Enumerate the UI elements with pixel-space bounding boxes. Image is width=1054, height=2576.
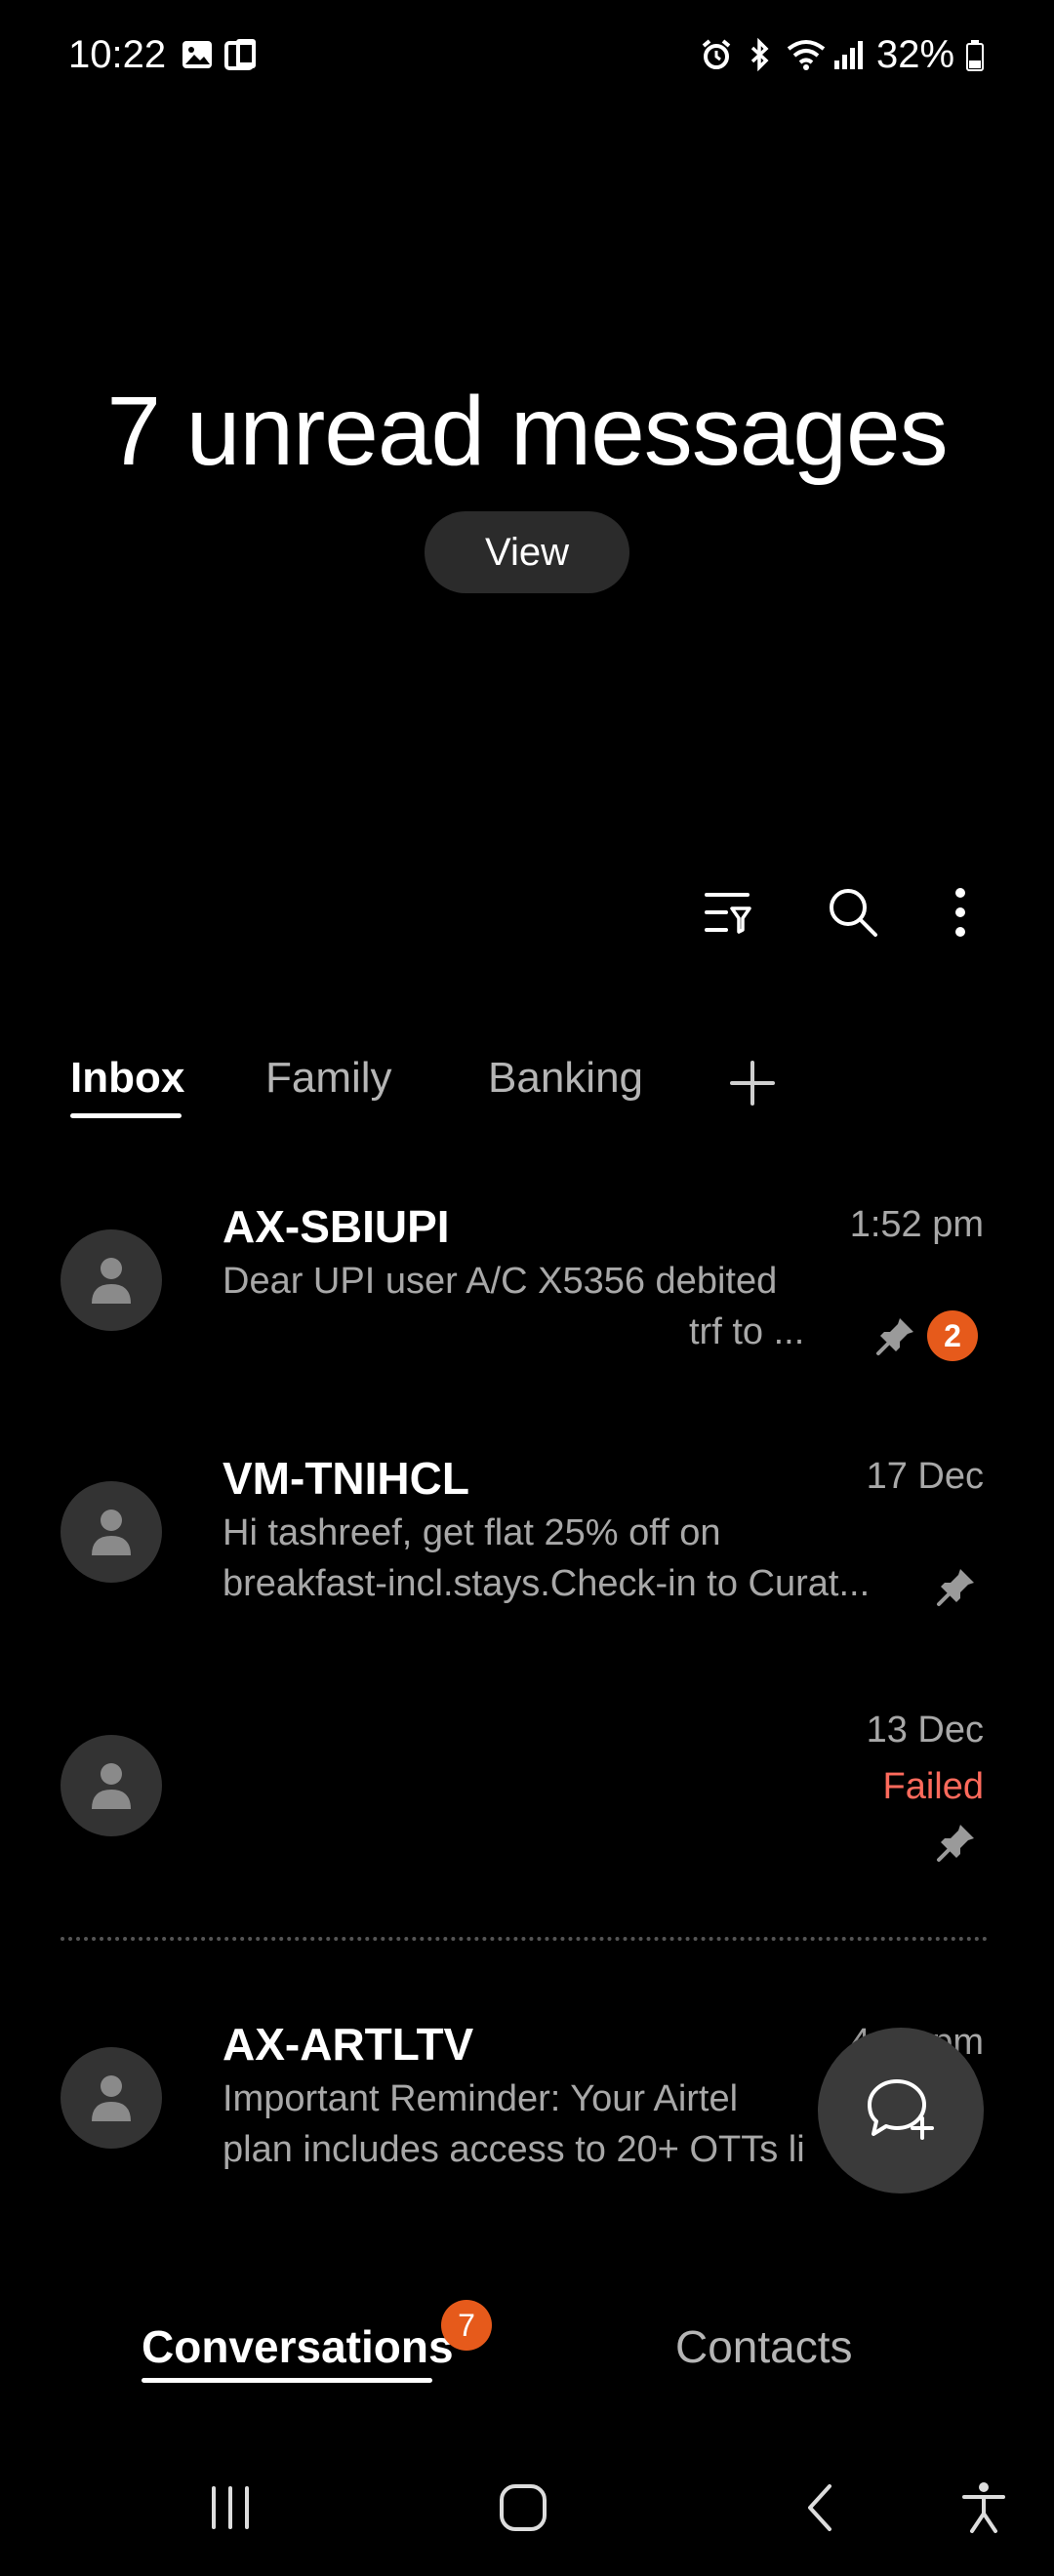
gallery-icon <box>180 37 215 72</box>
compose-chat-icon <box>868 2079 934 2140</box>
conversation-preview-line1: Important Reminder: Your Airtel <box>223 2078 739 2119</box>
conversation-item[interactable]: AX-SBIUPI 1:52 pm Dear UPI user A/C X535… <box>0 1190 1054 1425</box>
conversation-preview-line2: breakfast-incl.stays.Check-in to Curat..… <box>223 1563 871 1604</box>
tab-contacts[interactable]: Contacts <box>675 2320 853 2373</box>
conversations-unread-badge: 7 <box>441 2300 492 2351</box>
new-message-button[interactable] <box>818 2028 984 2194</box>
accessibility-icon[interactable] <box>945 2469 1023 2547</box>
more-vert-icon[interactable] <box>921 873 999 951</box>
signal-icon <box>831 37 867 72</box>
pinned-divider <box>61 1937 988 1941</box>
conversation-item[interactable]: 13 Dec Failed <box>0 1698 1054 1932</box>
recent-apps-icon[interactable] <box>191 2469 269 2547</box>
conversation-sender: AX-ARTLTV <box>223 2019 474 2070</box>
status-bar: 10:22 32% <box>0 0 1054 117</box>
back-icon[interactable] <box>781 2469 859 2547</box>
category-tabs: Inbox Family Banking <box>0 1054 1054 1132</box>
avatar <box>61 1229 162 1331</box>
search-icon[interactable] <box>814 873 892 951</box>
view-unread-button[interactable]: View <box>425 511 629 593</box>
active-tab-indicator <box>70 1113 182 1118</box>
unread-count-headline: 7 unread messages <box>106 377 948 486</box>
status-time: 10:22 <box>68 33 167 76</box>
conversation-item[interactable]: VM-TNIHCL 17 Dec Hi tashreef, get flat 2… <box>0 1444 1054 1678</box>
add-category-icon[interactable] <box>726 1057 779 1109</box>
pin-icon <box>935 1821 978 1864</box>
alarm-icon <box>699 37 734 72</box>
unread-badge: 2 <box>927 1310 978 1361</box>
battery-percent: 32% <box>876 33 955 76</box>
pin-icon <box>935 1565 978 1608</box>
conversation-time: 1:52 pm <box>849 1204 984 1245</box>
tab-banking[interactable]: Banking <box>488 1054 643 1103</box>
avatar <box>61 1735 162 1836</box>
avatar <box>61 1481 162 1583</box>
conversation-preview-line1: Hi tashreef, get flat 25% off on <box>223 1512 721 1553</box>
bluetooth-icon <box>742 37 777 72</box>
tab-conversations[interactable]: Conversations <box>142 2320 454 2373</box>
conversation-preview-line1: Dear UPI user A/C X5356 debited <box>223 1261 778 1302</box>
battery-icon <box>964 37 988 72</box>
conversation-time: 13 Dec <box>866 1710 984 1751</box>
home-icon[interactable] <box>484 2469 562 2547</box>
wifi-icon <box>785 37 828 72</box>
conversation-preview-line2: plan includes access to 20+ OTTs li <box>223 2129 805 2170</box>
avatar <box>61 2047 162 2149</box>
pin-icon <box>874 1314 917 1357</box>
tab-inbox[interactable]: Inbox <box>70 1054 184 1103</box>
device-icon <box>223 37 258 72</box>
conversation-time: 17 Dec <box>866 1456 984 1497</box>
bottom-tab-indicator <box>142 2378 432 2383</box>
filter-icon[interactable] <box>689 873 767 951</box>
conversation-sender: VM-TNIHCL <box>223 1453 469 1504</box>
conversation-preview-line2: trf to ... <box>689 1311 805 1352</box>
tab-family[interactable]: Family <box>265 1054 392 1103</box>
conversation-sender: AX-SBIUPI <box>223 1201 450 1252</box>
failed-status: Failed <box>882 1766 985 1807</box>
